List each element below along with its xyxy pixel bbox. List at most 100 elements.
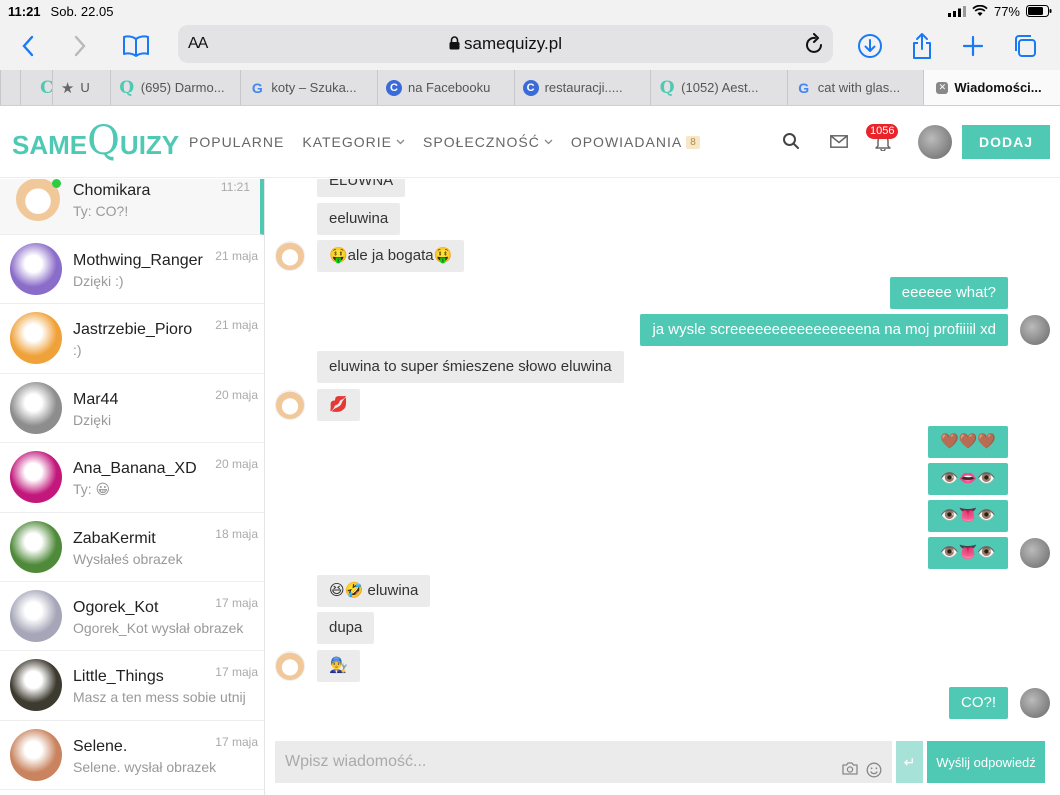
address-bar[interactable]: AA samequizy.pl: [178, 25, 833, 63]
message-incoming: eluwina to super śmieszene słowo eluwina: [317, 351, 624, 383]
samequizy-logo[interactable]: SAME Q UIZY: [12, 118, 179, 164]
tab-2-favicon: G: [251, 79, 263, 96]
tab-4-favicon: C: [522, 79, 539, 96]
tabs-overview-button[interactable]: [1011, 32, 1039, 60]
reload-icon[interactable]: [805, 33, 825, 55]
tab-3[interactable]: C na Facebooku: [376, 70, 514, 105]
conversation-item-active[interactable]: Chomikara Ty: CO?! 11:21: [0, 179, 264, 235]
url-value: samequizy.pl: [464, 34, 562, 53]
conversation-preview: Wysłałeś obrazek: [73, 550, 183, 567]
nav-popularne-label: POPULARNE: [189, 134, 285, 150]
conversation-date: 17 maja: [215, 595, 258, 610]
conversation-item[interactable]: Jastrzebie_Pioro :) 21 maja: [0, 304, 264, 374]
message-input[interactable]: [275, 741, 892, 783]
tab-0[interactable]: ★ U: [51, 70, 110, 105]
chevron-down-icon: [544, 139, 553, 145]
forward-button[interactable]: [66, 32, 94, 60]
conversation-item[interactable]: Mar44 Dzięki 20 maja: [0, 374, 264, 444]
conversation-date: 21 maja: [215, 318, 258, 333]
message-outgoing: 👁️👅👁️: [927, 500, 1008, 532]
status-bar: 11:21 Sob. 22.05 77%: [0, 0, 1060, 22]
conversation-name: Jastrzebie_Pioro: [73, 321, 193, 339]
conversation-preview: Masz a ten mess sobie utnij: [73, 689, 246, 706]
message-outgoing: 🤎🤎🤎: [927, 426, 1008, 458]
conversation-date: 17 maja: [215, 734, 258, 749]
messages-page: Chomikara Ty: CO?! 11:21 Mothwing_Ranger…: [0, 179, 1060, 795]
share-button[interactable]: [908, 32, 936, 60]
cellular-icon: [947, 5, 966, 17]
notification-count-badge: 1056: [866, 124, 899, 139]
avatar: [10, 589, 62, 642]
new-tab-button[interactable]: [959, 32, 987, 60]
back-button[interactable]: [14, 32, 42, 60]
chevron-down-icon: [396, 139, 405, 145]
avatar: [10, 659, 62, 712]
conversation-item[interactable]: Ana_Banana_XD Ty: 😀 20 maja: [0, 443, 264, 513]
my-avatar: [1020, 315, 1050, 345]
nav-opowiadania[interactable]: OPOWIADANIA 8: [571, 134, 700, 150]
conversation-date: 17 maja: [215, 665, 258, 680]
conversation-item[interactable]: ZabaKermit Wysłałeś obrazek 18 maja: [0, 513, 264, 582]
avatar: [10, 728, 62, 781]
conversation-preview: Dzięki :): [73, 273, 124, 289]
logo-uizy: UIZY: [119, 130, 180, 160]
avatar: [10, 451, 62, 504]
camera-icon[interactable]: [842, 762, 858, 775]
conversation-preview: :): [73, 342, 82, 359]
conversation-item[interactable]: Selene. Selene. wysłał obrazek 17 maja: [0, 721, 264, 791]
tab-1-label: (695) Darmo...: [140, 80, 225, 95]
tab-partial[interactable]: C: [19, 70, 52, 105]
message-outgoing: 👁️👄👁️: [927, 463, 1008, 495]
tab-7-active[interactable]: ✕ Wiadomości...: [923, 70, 1060, 105]
tabs-icon: [1015, 35, 1036, 57]
tab-2-label: koty – Szuka...: [271, 80, 357, 95]
opowiadania-count-badge: 8: [686, 135, 700, 149]
tab-6[interactable]: G cat with glas...: [786, 70, 924, 105]
emoji-icon[interactable]: [866, 762, 882, 778]
message-outgoing: 👁️👅👁️: [927, 537, 1008, 569]
status-date: Sob. 22.05: [50, 3, 114, 19]
tab-0-label: U: [80, 80, 90, 95]
tab-5[interactable]: Q (1052) Aest...: [650, 70, 787, 105]
search-icon[interactable]: [782, 132, 800, 150]
tab-7-label: Wiadomości...: [954, 80, 1042, 95]
my-avatar: [1020, 688, 1050, 718]
bookmarks-button[interactable]: [122, 32, 150, 60]
envelope-icon[interactable]: [830, 135, 848, 148]
conversation-name: Ana_Banana_XD: [73, 460, 197, 478]
message-incoming: dupa: [317, 612, 375, 644]
conversation-item[interactable]: Ogorek_Kot Ogorek_Kot wysłał obrazek 17 …: [0, 582, 264, 652]
conversation-preview: Ogorek_Kot wysłał obrazek: [73, 619, 244, 636]
enter-toggle-button[interactable]: ↵: [896, 741, 923, 783]
tab-4-label: restauracji.....: [544, 80, 623, 95]
tab-pinned-stub[interactable]: [0, 70, 20, 105]
battery-percent: 77%: [993, 3, 1020, 19]
user-avatar[interactable]: [918, 125, 952, 159]
conversation-list: Chomikara Ty: CO?! 11:21 Mothwing_Ranger…: [0, 179, 265, 795]
tab-2[interactable]: G koty – Szuka...: [240, 70, 377, 105]
download-icon: [858, 34, 882, 58]
tab-4[interactable]: C restauracji.....: [513, 70, 651, 105]
conversation-name: Ogorek_Kot: [73, 598, 159, 616]
tab-1-favicon: Q: [119, 77, 135, 98]
conversation-item[interactable]: Little_Things Masz a ten mess sobie utni…: [0, 651, 264, 721]
sender-avatar: [275, 651, 305, 681]
nav-spolecznosc[interactable]: SPOŁECZNOŚĆ: [423, 134, 553, 150]
tab-5-favicon: Q: [659, 77, 675, 98]
tab-1[interactable]: Q (695) Darmo...: [109, 70, 241, 105]
message-incoming: eeluwina: [317, 203, 401, 235]
message-incoming: 💋: [317, 389, 360, 421]
conversation-item[interactable]: Mothwing_Ranger Dzięki :) 21 maja: [0, 235, 264, 305]
send-reply-button[interactable]: Wyślij odpowiedź: [927, 741, 1045, 783]
message-outgoing: ja wysle screeeeeeeeeeeeeeeena na moj pr…: [640, 314, 1008, 346]
tab-5-label: (1052) Aest...: [681, 80, 759, 95]
nav-kategorie[interactable]: KATEGORIE: [302, 134, 405, 150]
nav-spolecznosc-label: SPOŁECZNOŚĆ: [423, 134, 540, 150]
conversation-name: Mar44: [73, 390, 119, 408]
avatar: [10, 243, 62, 295]
downloads-button[interactable]: [856, 32, 884, 60]
nav-popularne[interactable]: POPULARNE: [189, 134, 284, 150]
close-tab-icon[interactable]: ✕: [936, 81, 949, 94]
conversation-date: 20 maja: [215, 387, 258, 402]
add-button[interactable]: DODAJ: [962, 125, 1050, 159]
